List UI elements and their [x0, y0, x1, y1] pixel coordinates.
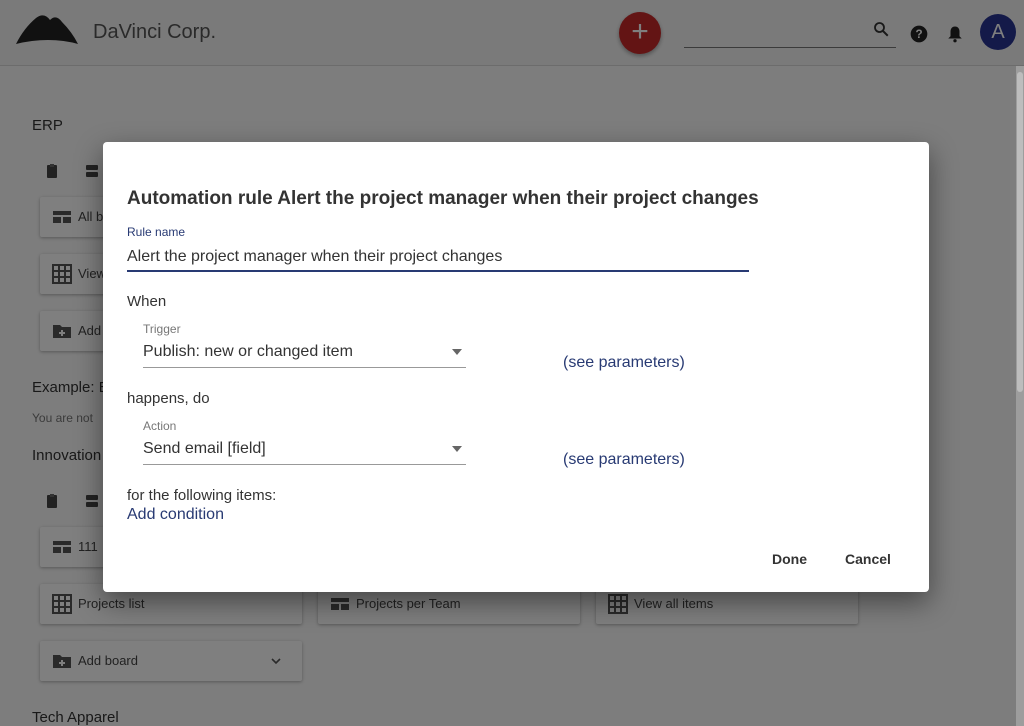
scrollbar-thumb[interactable] [1017, 72, 1023, 392]
done-button[interactable]: Done [772, 551, 807, 567]
action-value: Send email [field] [143, 440, 266, 457]
action-see-parameters-link[interactable]: (see parameters) [563, 451, 685, 469]
trigger-select[interactable]: Publish: new or changed item [143, 338, 466, 368]
happens-do-label: happens, do [127, 390, 210, 407]
following-items-label: for the following items: [127, 487, 277, 504]
trigger-value: Publish: new or changed item [143, 343, 353, 360]
dialog-title: Automation rule Alert the project manage… [127, 188, 759, 209]
page-scrollbar[interactable] [1016, 66, 1024, 726]
dropdown-arrow-icon [452, 349, 462, 355]
trigger-see-parameters-link[interactable]: (see parameters) [563, 354, 685, 372]
add-condition-link[interactable]: Add condition [127, 506, 224, 524]
action-select[interactable]: Send email [field] [143, 435, 466, 465]
action-label: Action [143, 419, 177, 433]
rule-name-input[interactable] [127, 244, 749, 272]
automation-rule-dialog: Automation rule Alert the project manage… [103, 142, 929, 592]
dropdown-arrow-icon [452, 446, 462, 452]
when-label: When [127, 293, 167, 310]
rule-name-label: Rule name [127, 225, 186, 239]
cancel-button[interactable]: Cancel [845, 551, 891, 567]
trigger-label: Trigger [143, 322, 181, 336]
